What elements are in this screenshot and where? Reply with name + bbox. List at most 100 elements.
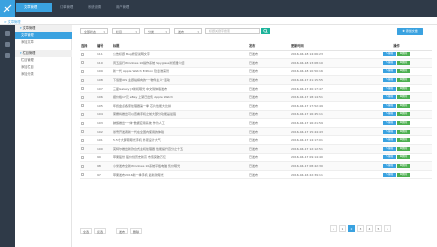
publish-filter[interactable]: 发布 bbox=[174, 28, 202, 35]
status-filter[interactable]: 全部状态 bbox=[80, 28, 108, 35]
edit-button[interactable]: ✎编辑 bbox=[383, 146, 396, 151]
delete-label: 删除 bbox=[402, 129, 408, 133]
delete-button[interactable]: ✖删除 bbox=[397, 78, 410, 83]
top-bar: 文章管理 订单管理 系统设置 用户管理 bbox=[0, 0, 437, 17]
delete-button[interactable]: ✖删除 bbox=[397, 155, 410, 160]
row-checkbox[interactable] bbox=[81, 121, 84, 125]
edit-button[interactable]: ✎编辑 bbox=[383, 155, 396, 160]
subnav-item-add-category[interactable]: 添加分类 bbox=[15, 71, 72, 78]
row-checkbox[interactable] bbox=[81, 69, 84, 73]
delete-button[interactable]: ✖删除 bbox=[397, 95, 410, 100]
edit-button[interactable]: ✎编辑 bbox=[383, 52, 396, 57]
row-title[interactable]: 魅族推出"一体"数据应用系统 作为人工 bbox=[112, 118, 248, 128]
delete-button[interactable]: ✖删除 bbox=[397, 146, 410, 151]
select-all-button[interactable]: 全选 bbox=[80, 228, 93, 234]
delete-button[interactable]: ✖删除 bbox=[397, 129, 410, 134]
delete-button[interactable]: ✖删除 bbox=[397, 60, 410, 65]
pager-page[interactable]: 5 bbox=[375, 225, 382, 232]
row-checkbox[interactable] bbox=[81, 112, 84, 116]
edit-button[interactable]: ✎编辑 bbox=[383, 138, 396, 143]
edit-button[interactable]: ✎编辑 bbox=[383, 172, 396, 177]
row-checkbox[interactable] bbox=[81, 164, 84, 168]
row-title[interactable]: 周五运行Windows 10操作系统 Spyglass浏览器介绍 bbox=[112, 58, 248, 68]
app-logo[interactable] bbox=[0, 0, 15, 17]
subnav-item-article-manage[interactable]: 文章管理 bbox=[15, 32, 72, 39]
row-status: 已发布 bbox=[248, 50, 290, 60]
nav-tab-users[interactable]: 用户管理 bbox=[108, 3, 129, 12]
row-title[interactable]: 苹果发布2016新一季手机 最新款曝光 bbox=[112, 170, 248, 180]
row-checkbox[interactable] bbox=[81, 147, 84, 151]
pager-page[interactable]: 4 bbox=[366, 225, 373, 232]
row-title[interactable]: 新一代 Apple Watch Edition 隐患谁来管 bbox=[112, 67, 248, 77]
row-checkbox[interactable] bbox=[81, 104, 84, 108]
row-title[interactable]: 报价格17元 eBay 上架已出售 Apple Watch bbox=[112, 92, 248, 103]
row-title[interactable]: 三星Galaxy J3新机曝光 中文简体版发布 bbox=[112, 84, 248, 94]
category-filter[interactable]: 分类 bbox=[144, 28, 170, 35]
delete-button[interactable]: ✖删除 bbox=[397, 69, 410, 74]
subnav-group-articles[interactable]: 文章管理 bbox=[15, 25, 72, 32]
edit-button[interactable]: ✎编辑 bbox=[383, 60, 396, 65]
delete-button[interactable]: ✖删除 bbox=[397, 86, 410, 91]
invert-select-button[interactable]: 反选 bbox=[94, 228, 107, 234]
publish-button[interactable]: 发布 bbox=[116, 228, 129, 234]
row-title[interactable]: 暴雪开发者新一代在全国内使用的体验 bbox=[112, 127, 248, 137]
row-checkbox[interactable] bbox=[81, 61, 84, 65]
edit-button[interactable]: ✎编辑 bbox=[383, 86, 396, 91]
delete-button[interactable]: ✖删除 bbox=[397, 138, 410, 143]
breadcrumb-text[interactable]: > 文章管理 bbox=[4, 19, 20, 24]
edit-button[interactable]: ✎编辑 bbox=[383, 78, 396, 83]
nav-tab-orders[interactable]: 订单管理 bbox=[52, 3, 73, 12]
list-icon[interactable] bbox=[5, 42, 10, 47]
row-title[interactable]: 英特尔推出新款台式主机处理器 性能提升百分之十五 bbox=[112, 144, 248, 154]
subnav-item-add-article[interactable]: 添加文章 bbox=[15, 39, 72, 46]
row-title[interactable]: 下载量iOS 主题站横向的"一物件主义"活动 bbox=[112, 75, 248, 85]
row-title[interactable]: 公告标题 Bug修复说明文字 bbox=[112, 50, 248, 60]
search-button[interactable] bbox=[261, 28, 270, 34]
batch-delete-button[interactable]: 删除 bbox=[130, 228, 143, 234]
nav-tab-system[interactable]: 系统设置 bbox=[80, 3, 101, 12]
delete-button[interactable]: ✖删除 bbox=[397, 103, 410, 108]
subnav-item-add-column[interactable]: 添加栏目 bbox=[15, 64, 72, 71]
search-input[interactable]: 标题关键字搜索 bbox=[205, 28, 260, 34]
row-checkbox[interactable] bbox=[81, 138, 84, 142]
user-icon[interactable] bbox=[5, 53, 10, 58]
row-checkbox[interactable] bbox=[81, 130, 84, 134]
edit-button[interactable]: ✎编辑 bbox=[383, 95, 396, 100]
row-checkbox[interactable] bbox=[81, 95, 84, 99]
delete-button[interactable]: ✖删除 bbox=[397, 121, 410, 126]
subnav-group-columns[interactable]: 栏目管理 bbox=[15, 50, 72, 57]
row-title[interactable]: 年终盘点各家处理器第一季 芯片性能大比拼 bbox=[112, 101, 248, 111]
pager-page[interactable]: 1 bbox=[339, 225, 346, 232]
edit-button[interactable]: ✎编辑 bbox=[383, 69, 396, 74]
row-checkbox[interactable] bbox=[81, 78, 84, 82]
subnav-item-column-manage[interactable]: 栏目管理 bbox=[15, 57, 72, 64]
row-title[interactable]: 5.5寸大屏幕曝光手机 外观设计大气 bbox=[112, 135, 248, 146]
pager-page[interactable]: 3 bbox=[357, 225, 364, 232]
edit-button[interactable]: ✎编辑 bbox=[383, 103, 396, 108]
row-status: 已发布 bbox=[248, 135, 290, 146]
home-icon[interactable] bbox=[5, 31, 10, 36]
row-checkbox[interactable] bbox=[81, 52, 84, 56]
row-checkbox[interactable] bbox=[81, 87, 84, 91]
pager-next[interactable]: › bbox=[384, 225, 391, 232]
delete-button[interactable]: ✖删除 bbox=[397, 52, 410, 57]
add-article-button[interactable]: ✚ 添加文章 bbox=[397, 28, 423, 35]
pager-page[interactable]: 2 bbox=[348, 225, 355, 232]
edit-button[interactable]: ✎编辑 bbox=[383, 121, 396, 126]
row-title[interactable]: 苹果股份 股价创历史新高 市值突破万亿 bbox=[112, 153, 248, 163]
nav-tab-articles[interactable]: 文章管理 bbox=[16, 3, 52, 12]
pager-prev[interactable]: ‹ bbox=[330, 225, 337, 232]
row-status: 已发布 bbox=[248, 118, 290, 128]
row-title[interactable]: 荣耀将推出可以查看手机之前大部分功能是最强 bbox=[112, 110, 248, 120]
edit-button[interactable]: ✎编辑 bbox=[383, 112, 396, 117]
row-title[interactable]: 小米发布全新Windows 10系统平板电脑 售价曝光 bbox=[112, 161, 248, 171]
delete-button[interactable]: ✖删除 bbox=[397, 112, 410, 117]
row-checkbox[interactable] bbox=[81, 173, 84, 177]
row-checkbox[interactable] bbox=[81, 155, 84, 159]
delete-button[interactable]: ✖删除 bbox=[397, 172, 410, 177]
column-filter[interactable]: 栏目 bbox=[112, 28, 140, 35]
delete-button[interactable]: ✖删除 bbox=[397, 164, 410, 169]
delete-label: 删除 bbox=[402, 164, 408, 168]
edit-button[interactable]: ✎编辑 bbox=[383, 164, 396, 169]
edit-button[interactable]: ✎编辑 bbox=[383, 129, 396, 134]
